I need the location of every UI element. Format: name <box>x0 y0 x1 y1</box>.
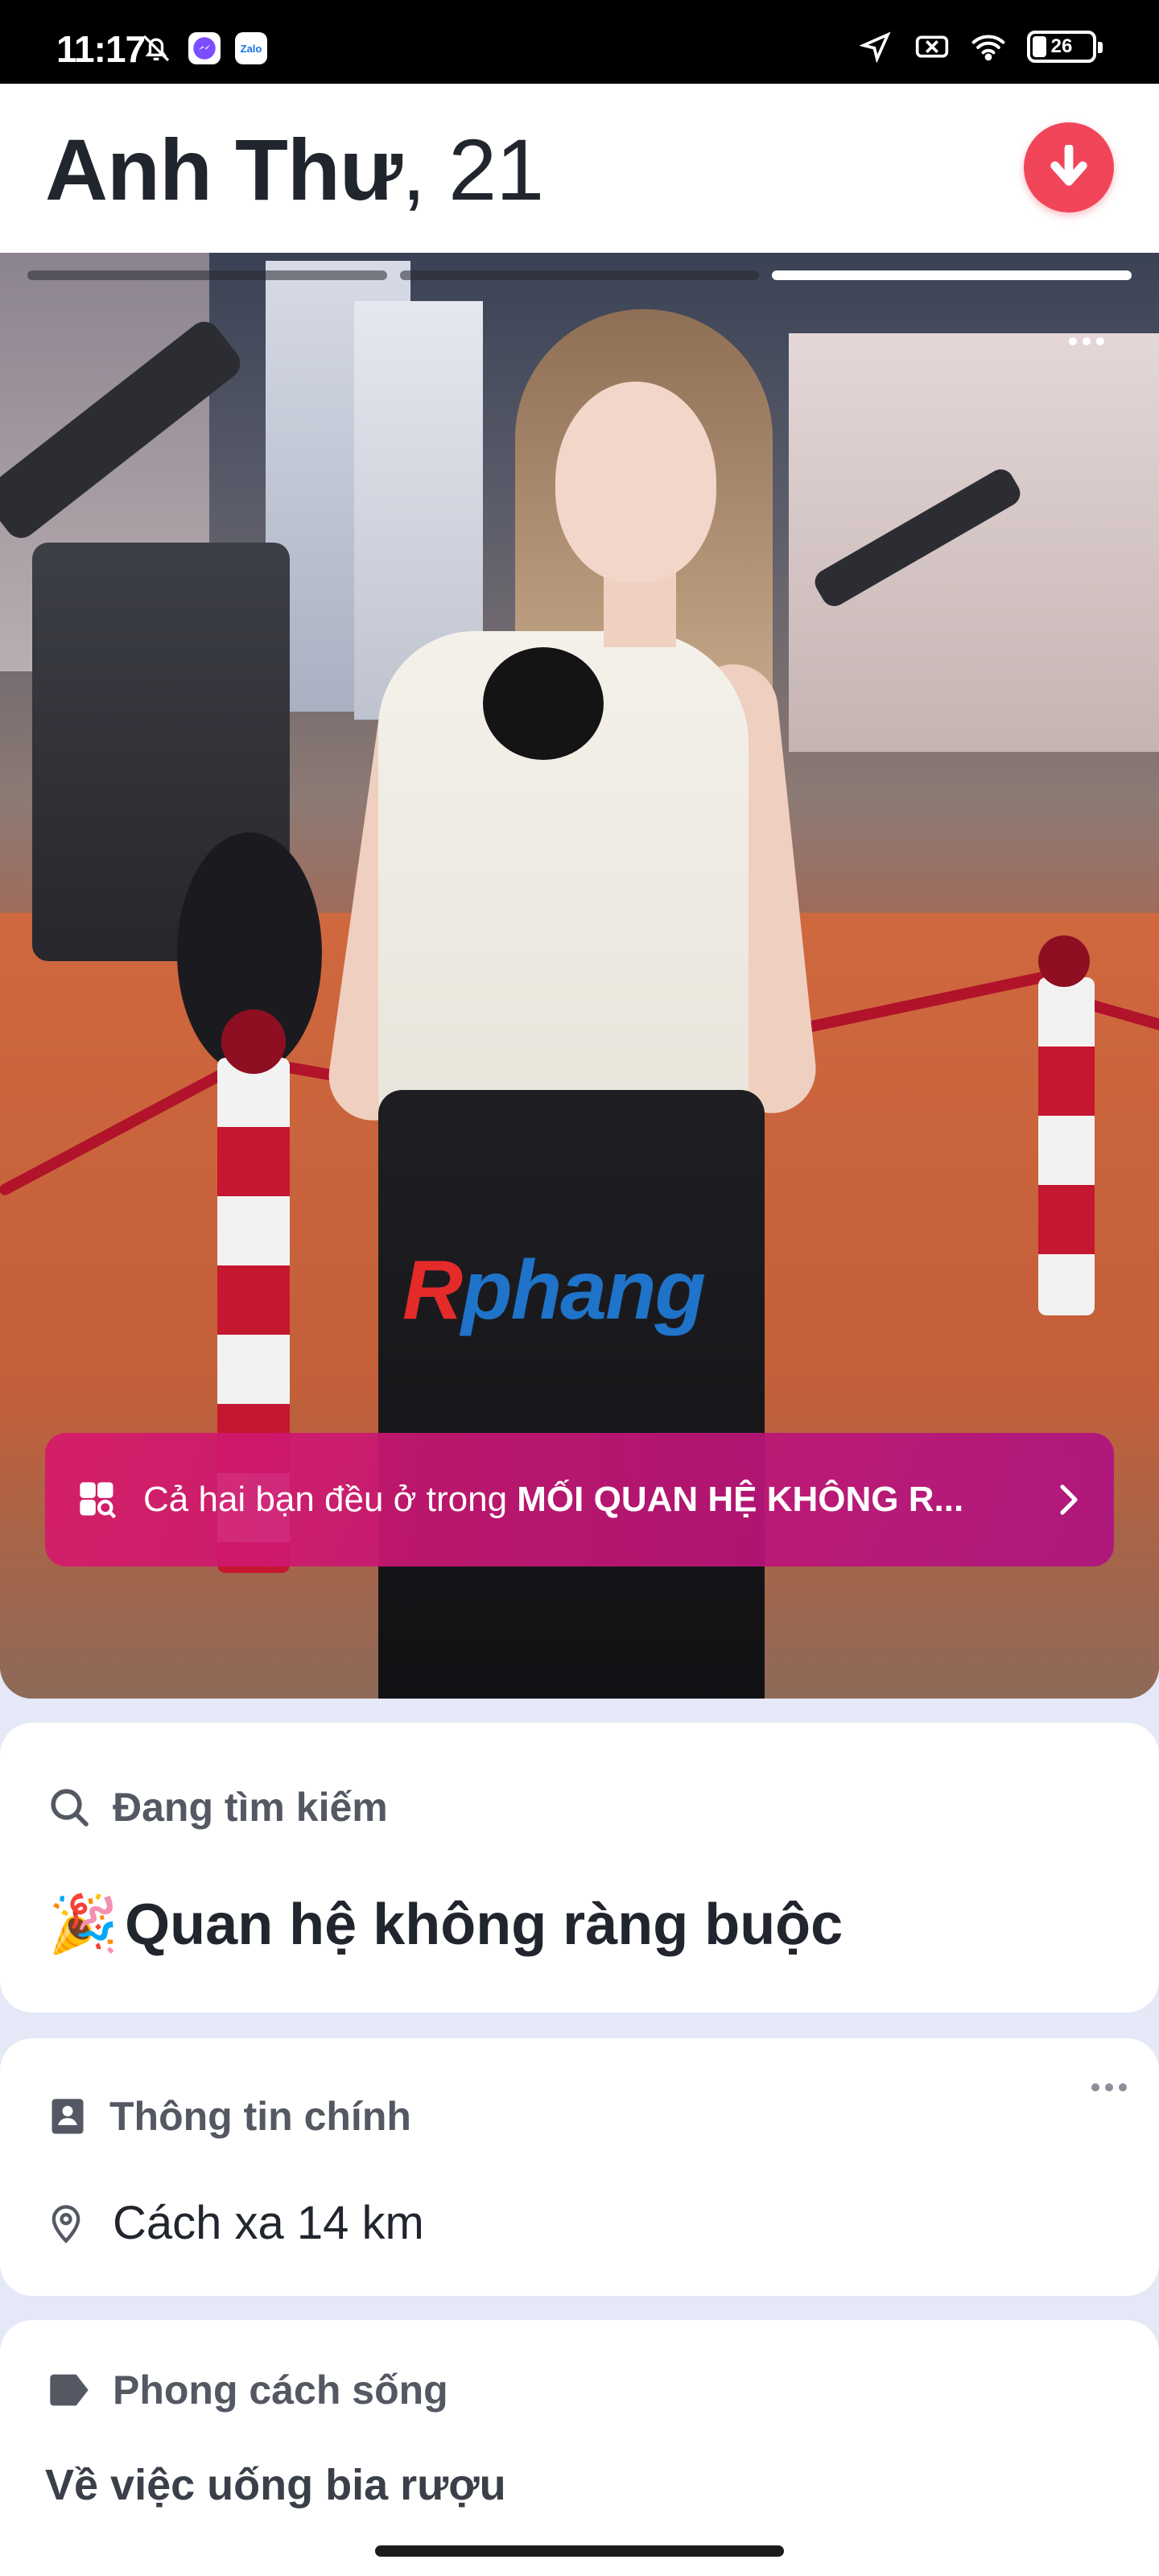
banner-text-bold: MỐI QUAN HỆ KHÔNG R... <box>517 1480 964 1519</box>
dot-icon <box>1091 2083 1099 2091</box>
search-icon <box>51 1789 89 1827</box>
photo-watermark: Rphang <box>402 1243 706 1339</box>
profile-age: 21 <box>448 121 544 218</box>
basic-info-header: Thông tin chính <box>47 2093 411 2140</box>
looking-for-value: Quan hệ không ràng buộc <box>125 1893 843 1957</box>
relationship-banner-text: Cả hai bạn đều ở trong MỐI QUAN HỆ KHÔNG… <box>143 1480 1041 1520</box>
photo-post <box>1038 977 1095 1315</box>
zalo-icon: Zalo <box>235 32 267 64</box>
dot-icon <box>1096 337 1104 345</box>
looking-for-header: Đang tìm kiếm <box>47 1784 388 1831</box>
location-icon <box>858 29 893 64</box>
profile-photo[interactable]: Rphang Cả hai bạn đều ở trong MỐI QUAN H… <box>0 253 1159 1699</box>
dot-icon <box>1069 337 1077 345</box>
photo-progress-segment-active <box>772 270 1132 280</box>
distance-text: Cách xa 14 km <box>113 2197 424 2249</box>
relationship-banner[interactable]: Cả hai bạn đều ở trong MỐI QUAN HỆ KHÔNG… <box>45 1433 1114 1567</box>
photo-progress <box>27 270 1132 280</box>
arrow-down-icon <box>1050 145 1087 186</box>
dot-icon <box>1119 2083 1127 2091</box>
photo-building <box>789 333 1159 752</box>
dot-icon <box>1083 337 1091 345</box>
lifestyle-header: Phong cách sống <box>47 2367 448 2413</box>
chevron-right-icon <box>1053 1484 1085 1516</box>
photo-progress-segment <box>399 270 760 280</box>
lifestyle-card: Phong cách sống Về việc uống bia rượu <box>0 2320 1159 2576</box>
watermark-part1: R <box>402 1244 463 1337</box>
watermark-part2: phang <box>461 1244 706 1337</box>
wifi-icon <box>971 29 1006 64</box>
dot-icon <box>1105 2083 1113 2091</box>
distance-row: Cách xa 14 km <box>48 2196 424 2250</box>
home-indicator[interactable] <box>375 2545 784 2557</box>
photo-more-button[interactable] <box>1062 325 1111 357</box>
photo-person-face <box>555 382 716 583</box>
status-left-icons: Zalo <box>138 31 267 66</box>
status-time: 11:17 <box>56 28 146 70</box>
battery-level: 26 <box>1050 35 1073 57</box>
photo-post-cap <box>221 1009 286 1074</box>
status-right-icons: 26 <box>858 29 1103 64</box>
looking-for-card: Đang tìm kiếm 🎉 Quan hệ không ràng buộc <box>0 1723 1159 2013</box>
photo-person-flower <box>483 647 604 760</box>
profile-name-age: Anh Thư, 21 <box>45 119 544 220</box>
basic-info-card: Thông tin chính Cách xa 14 km <box>0 2038 1159 2296</box>
lifestyle-subtitle: Về việc uống bia rượu <box>45 2461 506 2509</box>
lifestyle-title: Phong cách sống <box>113 2368 448 2413</box>
photo-person-skirt <box>378 1090 765 1699</box>
relationship-search-icon <box>74 1476 121 1523</box>
tag-icon <box>50 2374 89 2406</box>
status-bar: 11:17 Zalo 26 <box>0 0 1159 84</box>
notifications-off-icon <box>138 31 174 66</box>
collapse-profile-button[interactable] <box>1024 122 1114 213</box>
banner-text-prefix: Cả hai bạn đều ở trong <box>143 1480 518 1519</box>
photo-progress-segment <box>27 270 387 280</box>
messenger-icon <box>188 32 221 64</box>
no-sim-icon <box>914 29 950 64</box>
battery-icon: 26 <box>1027 31 1103 63</box>
profile-header: Anh Thư, 21 <box>0 84 1159 253</box>
looking-for-title: Đang tìm kiếm <box>113 1785 388 1830</box>
location-pin-icon <box>52 2204 80 2244</box>
looking-for-value-row: 🎉 Quan hệ không ràng buộc <box>48 1892 843 1958</box>
profile-card-icon <box>52 2099 84 2134</box>
photo-post-cap <box>1038 935 1090 987</box>
party-icon: 🎉 <box>48 1893 119 1955</box>
basic-info-more-button[interactable] <box>1091 2083 1127 2091</box>
basic-info-title: Thông tin chính <box>109 2094 411 2139</box>
profile-name: Anh Thư <box>45 121 402 218</box>
name-separator: , <box>402 121 449 218</box>
